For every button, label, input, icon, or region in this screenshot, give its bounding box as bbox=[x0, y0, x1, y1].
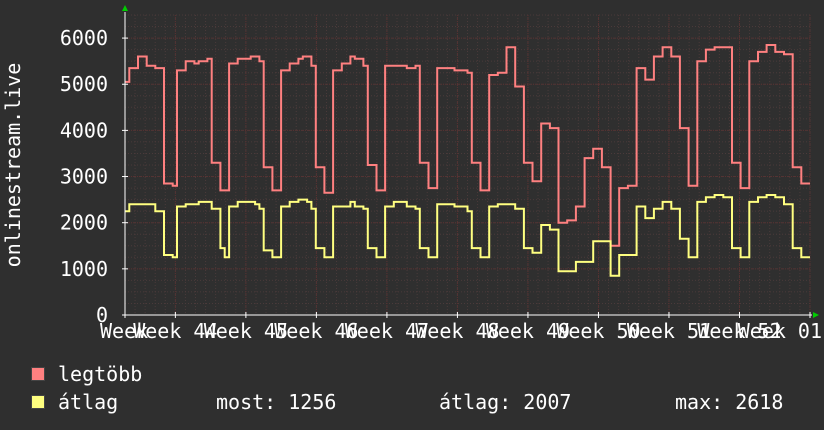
y-tick-label: 6000 bbox=[60, 26, 108, 50]
y-tick-label: 1000 bbox=[60, 257, 108, 281]
legend-label-avg: átlag bbox=[58, 390, 119, 414]
y-tick-label: 5000 bbox=[60, 72, 108, 96]
x-tick-labels: WeekWeek 44Week 45Week 46Week 47Week 48W… bbox=[100, 319, 822, 343]
y-axis-label: onlinestream.live bbox=[1, 63, 25, 268]
legend-swatch-avg bbox=[31, 395, 45, 409]
stat-average: átlag: 2007 bbox=[439, 390, 572, 414]
x-tick-label: Week 01 bbox=[738, 319, 822, 343]
y-tick-label: 4000 bbox=[60, 118, 108, 142]
y-tick-label: 2000 bbox=[60, 211, 108, 235]
legend-label-max: legtöbb bbox=[58, 362, 143, 386]
y-tick-label: 3000 bbox=[60, 165, 108, 189]
legend-row-avg: átlag most: 1256 átlag: 2007 max: 2618 bbox=[31, 390, 821, 414]
legend-swatch-max bbox=[31, 367, 45, 381]
stat-max: max: 2618 bbox=[675, 390, 784, 414]
chart-panel: 0 1000 2000 3000 4000 5000 6000 Week Week 44 Wee… bbox=[0, 0, 824, 430]
stat-current: most: 1256 bbox=[216, 390, 337, 414]
